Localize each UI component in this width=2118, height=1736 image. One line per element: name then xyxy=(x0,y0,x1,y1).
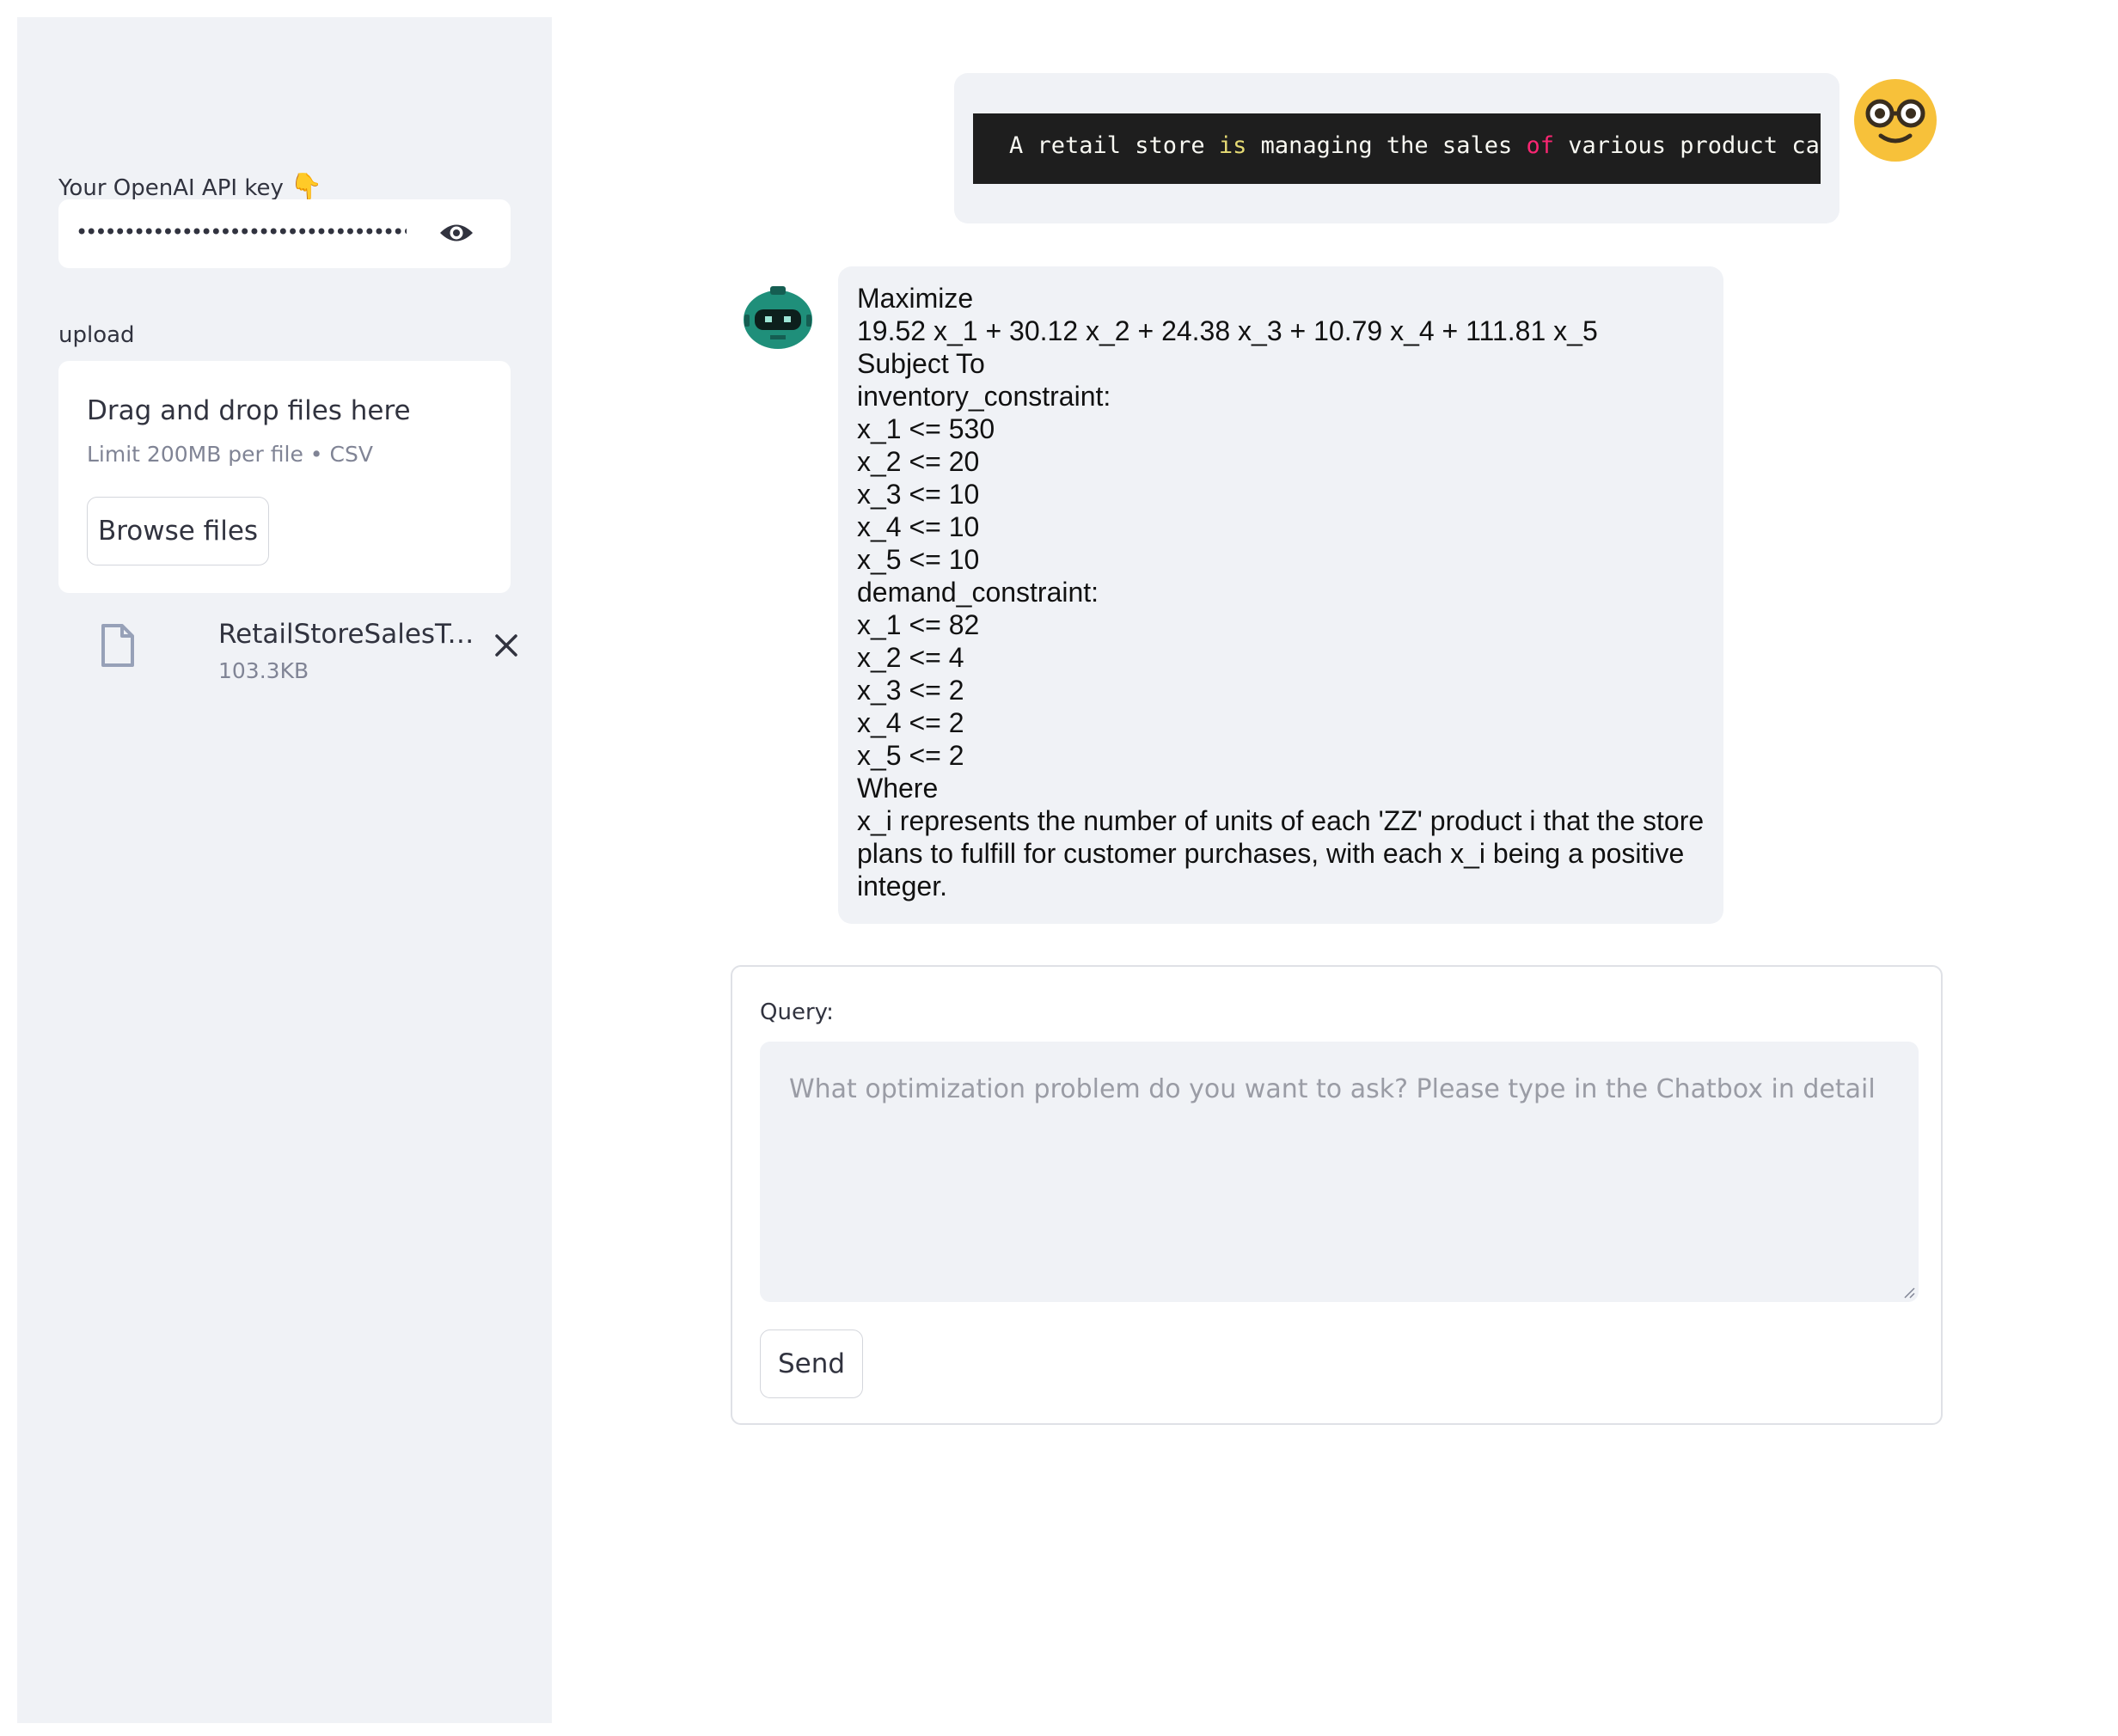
user-message: A retail store is managing the sales of … xyxy=(954,73,1839,223)
sidebar: Your OpenAI API key 👇 •••••••••••••••••••… xyxy=(17,17,552,1723)
assistant-message: Maximize 19.52 x_1 + 30.12 x_2 + 24.38 x_… xyxy=(838,266,1723,924)
query-form: Query: What optimization problem do you … xyxy=(731,965,1943,1425)
assistant-message-line: 19.52 x_1 + 30.12 x_2 + 24.38 x_3 + 10.7… xyxy=(857,315,1598,346)
file-dropzone[interactable]: Drag and drop files here Limit 200MB per… xyxy=(58,361,511,593)
upload-label: upload xyxy=(58,322,135,348)
file-icon xyxy=(101,624,134,667)
query-textarea[interactable]: What optimization problem do you want to… xyxy=(760,1042,1919,1302)
user-code-block: A retail store is managing the sales of … xyxy=(973,113,1821,184)
assistant-message-line: x_3 <= 10 xyxy=(857,479,980,510)
browse-files-button[interactable]: Browse files xyxy=(87,497,269,565)
assistant-message-line: x_4 <= 2 xyxy=(857,707,964,738)
assistant-message-line: x_2 <= 4 xyxy=(857,642,964,673)
assistant-message-text: Maximize 19.52 x_1 + 30.12 x_2 + 24.38 x_… xyxy=(857,282,1708,902)
api-key-label-text: Your OpenAI API key xyxy=(58,175,284,201)
assistant-message-line: x_i represents the number of units of ea… xyxy=(857,805,1705,836)
send-button[interactable]: Send xyxy=(760,1330,863,1398)
assistant-message-line: x_2 <= 20 xyxy=(857,446,980,477)
assistant-message-line: plans to fulfill for customer purchases,… xyxy=(857,838,1685,869)
robot-icon xyxy=(744,286,812,349)
resize-handle-icon[interactable] xyxy=(1901,1285,1915,1299)
api-key-masked-value: ••••••••••••••••••••••••••••••••••••••••… xyxy=(76,220,407,244)
api-key-input[interactable]: ••••••••••••••••••••••••••••••••••••••••… xyxy=(58,199,511,268)
query-placeholder: What optimization problem do you want to… xyxy=(789,1074,1876,1104)
code-text: A retail store xyxy=(1009,132,1219,159)
dropzone-title: Drag and drop files here xyxy=(87,395,411,426)
code-keyword: is xyxy=(1218,132,1247,159)
assistant-message-line: inventory_constraint: xyxy=(857,381,1111,412)
assistant-message-line: Subject To xyxy=(857,348,985,379)
assistant-message-line: Maximize xyxy=(857,283,974,314)
uploaded-file-name: RetailStoreSalesTran… xyxy=(218,619,485,650)
uploaded-file: RetailStoreSalesTran… 103.3KB xyxy=(58,610,517,688)
assistant-message-line: x_3 <= 2 xyxy=(857,675,964,706)
dropzone-limit: Limit 200MB per file • CSV xyxy=(87,442,373,467)
code-keyword: of xyxy=(1526,132,1554,159)
assistant-message-line: x_5 <= 10 xyxy=(857,544,980,575)
eye-icon[interactable] xyxy=(438,220,474,246)
api-key-label: Your OpenAI API key 👇 xyxy=(58,172,322,202)
assistant-message-line: Where xyxy=(857,773,939,804)
code-text: various product categ xyxy=(1568,132,1821,159)
assistant-message-line: x_1 <= 530 xyxy=(857,413,995,444)
query-label: Query: xyxy=(760,999,834,1025)
code-text: managing the sales xyxy=(1246,132,1527,159)
close-icon[interactable] xyxy=(493,632,520,659)
assistant-message-line: x_1 <= 82 xyxy=(857,609,980,640)
pointing-down-icon: 👇 xyxy=(290,172,323,202)
assistant-message-line: x_5 <= 2 xyxy=(857,740,964,771)
uploaded-file-size: 103.3KB xyxy=(218,658,309,683)
nerd-face-icon xyxy=(1854,79,1937,162)
assistant-message-line: integer. xyxy=(857,871,947,902)
assistant-message-line: x_4 <= 10 xyxy=(857,511,980,542)
assistant-message-line: demand_constraint: xyxy=(857,577,1099,608)
